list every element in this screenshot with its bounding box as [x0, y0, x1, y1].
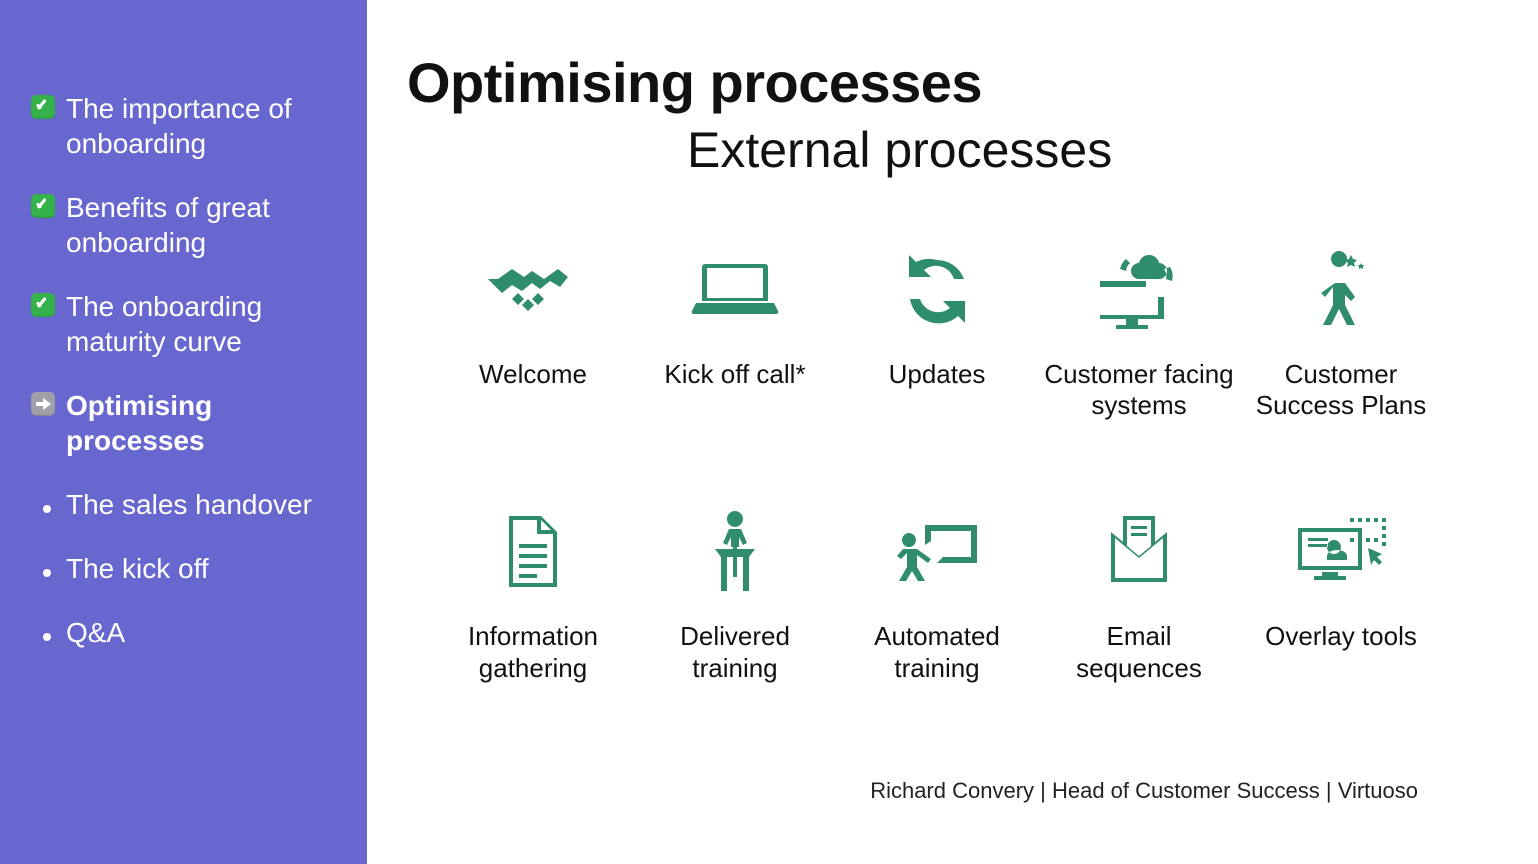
envelope-doc-icon [1043, 511, 1235, 591]
teacher-board-icon [841, 511, 1033, 591]
overlay-screen-icon [1245, 511, 1437, 591]
check-icon [28, 92, 58, 122]
slide: The importance of onboarding Benefits of… [0, 0, 1538, 864]
check-icon [28, 290, 58, 320]
bullet-icon [28, 488, 58, 518]
agenda-item-label: The kick off [66, 550, 209, 586]
process-label: Customer Success Plans [1245, 359, 1437, 421]
process-label: Updates [841, 359, 1033, 390]
bullet-icon [28, 552, 58, 582]
agenda-item-label: Q&A [66, 614, 125, 650]
process-label: Delivered training [639, 621, 831, 683]
process-grid: Welcome Kick off call* Updates Customer … [437, 249, 1437, 684]
refresh-icon [841, 249, 1033, 329]
arrow-right-icon [28, 389, 58, 419]
presenter-footer: Richard Convery | Head of Customer Succe… [870, 778, 1418, 804]
process-kickoff-call: Kick off call* [639, 249, 831, 421]
slide-subtitle: External processes [687, 121, 1498, 179]
laptop-icon [639, 249, 831, 329]
process-label: Welcome [437, 359, 629, 390]
agenda-sidebar: The importance of onboarding Benefits of… [0, 0, 367, 864]
process-label: Automated training [841, 621, 1033, 683]
process-automated-training: Automated training [841, 511, 1033, 683]
process-label: Information gathering [437, 621, 629, 683]
process-delivered-training: Delivered training [639, 511, 831, 683]
process-label: Overlay tools [1245, 621, 1437, 652]
agenda-item-label: Optimising processes [66, 387, 343, 458]
check-icon [28, 191, 58, 221]
podium-icon [639, 511, 831, 591]
agenda-item-label: The sales handover [66, 486, 312, 522]
agenda-item-benefits: Benefits of great onboarding [28, 189, 343, 260]
agenda-item-label: The onboarding maturity curve [66, 288, 343, 359]
agenda-item-sales-handover: The sales handover [28, 486, 343, 522]
slide-body: Optimising processes External processes … [367, 0, 1538, 864]
process-label: Customer facing systems [1043, 359, 1235, 421]
process-label: Kick off call* [639, 359, 831, 390]
bullet-icon [28, 616, 58, 646]
slide-title: Optimising processes [407, 50, 1498, 115]
process-info-gathering: Information gathering [437, 511, 629, 683]
process-email-sequences: Email sequences [1043, 511, 1235, 683]
agenda-item-label: The importance of onboarding [66, 90, 343, 161]
agenda-item-kickoff: The kick off [28, 550, 343, 586]
handshake-icon [437, 249, 629, 329]
agenda-item-optimising: Optimising processes [28, 387, 343, 458]
agenda-item-importance: The importance of onboarding [28, 90, 343, 161]
process-overlay-tools: Overlay tools [1245, 511, 1437, 683]
process-customer-systems: Customer facing systems [1043, 249, 1235, 421]
document-icon [437, 511, 629, 591]
star-person-icon [1245, 249, 1437, 329]
agenda-item-label: Benefits of great onboarding [66, 189, 343, 260]
process-label: Email sequences [1043, 621, 1235, 683]
process-updates: Updates [841, 249, 1033, 421]
process-success-plans: Customer Success Plans [1245, 249, 1437, 421]
agenda-item-maturity: The onboarding maturity curve [28, 288, 343, 359]
agenda-item-qa: Q&A [28, 614, 343, 650]
process-welcome: Welcome [437, 249, 629, 421]
monitor-cloud-icon [1043, 249, 1235, 329]
